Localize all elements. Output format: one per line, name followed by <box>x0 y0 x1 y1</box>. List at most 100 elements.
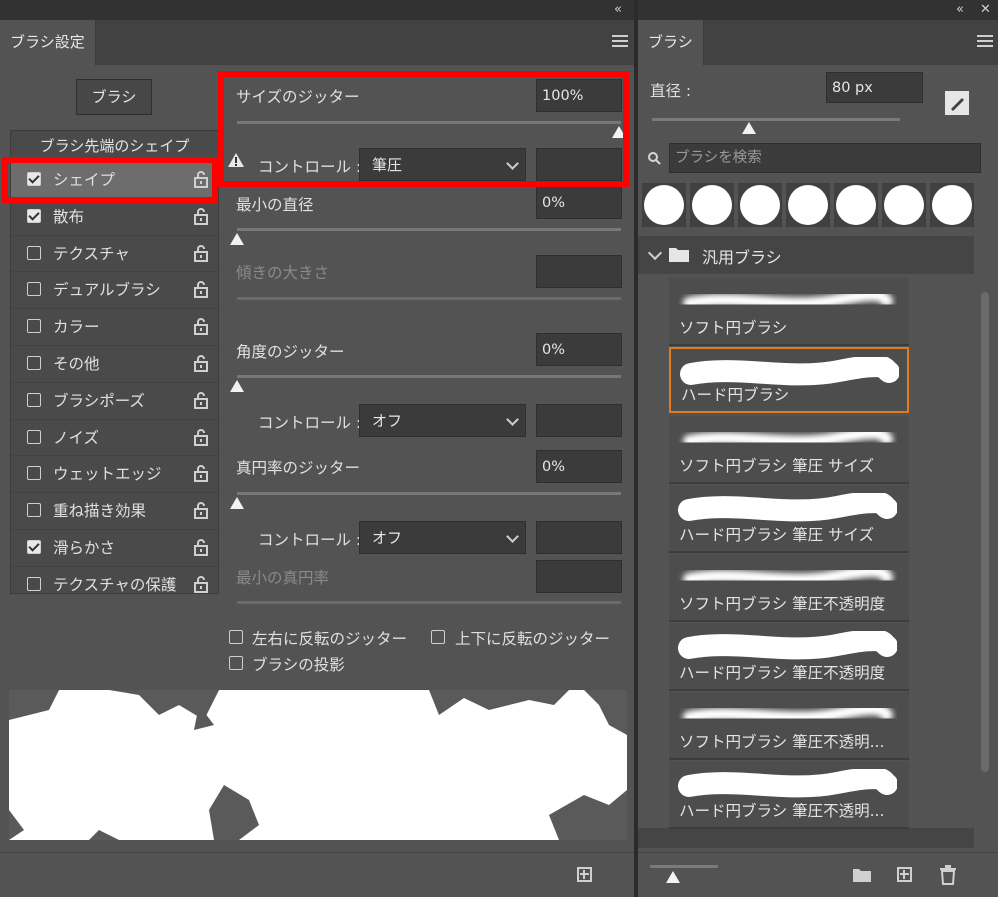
angle-jitter-field[interactable]: 0% <box>536 333 622 366</box>
brush-preset-item[interactable]: ソフト円ブラシ 筆圧不透明... <box>669 692 909 760</box>
option-row[interactable]: ノイズ <box>11 418 218 456</box>
trash-icon[interactable] <box>939 865 957 885</box>
min-diameter-slider-thumb[interactable] <box>230 233 244 245</box>
option-row[interactable]: カラー <box>11 308 218 345</box>
lock-icon[interactable] <box>194 575 208 593</box>
min-diameter-field[interactable]: 0% <box>536 186 622 219</box>
close-icon[interactable]: ✕ <box>980 2 991 17</box>
brush-tip-thumbnail[interactable] <box>690 183 734 227</box>
double-chevron-left-icon[interactable]: « <box>614 2 622 17</box>
option-row[interactable]: テクスチャの保護 <box>11 565 218 603</box>
tilt-scale-slider-track <box>237 297 621 300</box>
brush-preset-item[interactable]: ハード円ブラシ 筆圧 サイズ <box>669 485 909 553</box>
double-chevron-left-icon[interactable]: « <box>956 2 964 17</box>
lock-icon[interactable] <box>194 539 208 556</box>
highlight-box-shape <box>2 157 218 203</box>
lock-icon[interactable] <box>194 391 208 409</box>
option-row[interactable]: ブラシポーズ <box>11 381 218 419</box>
option-label: テクスチャの保護 <box>53 575 177 594</box>
brush-preset-item[interactable]: ハード円ブラシ <box>669 347 909 413</box>
option-row[interactable]: 重ね描き効果 <box>11 492 218 529</box>
brush-search-input[interactable]: ブラシを検索 <box>669 143 981 173</box>
option-row[interactable]: テクスチャ <box>11 234 218 272</box>
option-checkbox[interactable] <box>27 466 41 481</box>
lock-icon[interactable] <box>194 318 208 336</box>
tab-brushes[interactable]: ブラシ <box>638 20 704 65</box>
option-row[interactable]: デュアルブラシ <box>11 271 218 308</box>
option-checkbox[interactable] <box>27 245 41 260</box>
hamburger-menu-icon[interactable] <box>612 35 628 47</box>
preview-canvas <box>9 690 627 840</box>
lock-icon[interactable] <box>194 428 208 446</box>
option-row[interactable]: 滑らかさ <box>11 528 218 566</box>
brush-preset-item[interactable]: ソフト円ブラシ 筆圧不透明度 <box>669 554 909 622</box>
new-brush-icon[interactable] <box>897 867 912 882</box>
roundness-jitter-field[interactable]: 0% <box>536 450 622 483</box>
option-row[interactable]: ウェットエッジ <box>11 455 218 492</box>
brush-tip-thumbnail[interactable] <box>882 183 926 227</box>
option-checkbox[interactable] <box>27 576 41 591</box>
lock-icon[interactable] <box>194 502 208 520</box>
brush-size-slider-track[interactable] <box>652 118 900 121</box>
brush-tip-thumbnail[interactable] <box>738 183 782 227</box>
option-checkbox[interactable] <box>27 355 41 370</box>
option-checkbox[interactable] <box>27 208 41 223</box>
option-checkbox[interactable] <box>27 503 41 518</box>
min-diameter-slider-track[interactable] <box>237 228 621 231</box>
hamburger-menu-icon[interactable] <box>977 35 993 47</box>
brush-preset-item[interactable]: ソフト円ブラシ <box>669 278 909 346</box>
control-select-3[interactable]: オフ <box>359 521 526 554</box>
angle-jitter-label: 角度のジッター <box>236 343 345 361</box>
brush-stroke-thumbnail <box>683 565 893 586</box>
preview-size-slider-thumb[interactable] <box>666 871 680 883</box>
option-checkbox[interactable] <box>27 539 41 554</box>
preview-size-slider-track[interactable] <box>650 865 718 868</box>
flip-y-checkbox[interactable] <box>431 630 445 644</box>
new-group-folder-icon[interactable] <box>852 867 872 883</box>
next-brush-group-header[interactable] <box>638 828 974 848</box>
option-checkbox[interactable] <box>27 319 41 334</box>
option-checkbox[interactable] <box>27 392 41 407</box>
lock-icon[interactable] <box>194 281 208 299</box>
option-checkbox[interactable] <box>27 282 41 297</box>
control-2-extra-field[interactable] <box>536 404 622 437</box>
option-checkbox[interactable] <box>27 429 41 444</box>
angle-jitter-slider-thumb[interactable] <box>230 380 244 392</box>
brush-stroke-thumbnail <box>678 493 897 522</box>
brush-preset-name: ハード円ブラシ 筆圧 サイズ <box>679 526 875 544</box>
lock-icon[interactable] <box>194 207 208 225</box>
brush-preset-item[interactable]: ハード円ブラシ 筆圧不透明... <box>669 761 909 829</box>
brush-stroke-thumbnail <box>683 427 893 448</box>
panel-top-strip: « <box>0 0 634 20</box>
brush-preset-button[interactable]: ブラシ <box>76 79 152 115</box>
control-3-extra-field[interactable] <box>536 521 622 554</box>
brush-tip-thumbnail[interactable] <box>930 183 974 227</box>
roundness-jitter-slider-thumb[interactable] <box>230 497 244 509</box>
option-label: 重ね描き効果 <box>53 502 147 521</box>
flip-x-checkbox[interactable] <box>229 630 243 644</box>
brush-tip-thumbnail[interactable] <box>786 183 830 227</box>
projection-checkbox[interactable] <box>229 656 243 670</box>
brush-size-slider-thumb[interactable] <box>742 122 756 134</box>
option-row[interactable]: 散布 <box>11 197 218 235</box>
tab-brush-settings[interactable]: ブラシ設定 <box>0 20 96 65</box>
control-select-2[interactable]: オフ <box>359 404 526 437</box>
brush-tip-thumbnail[interactable] <box>642 183 686 227</box>
option-label: ウェットエッジ <box>53 465 162 484</box>
lock-icon[interactable] <box>194 244 208 262</box>
brush-settings-panel: « ブラシ設定 ブラシ ブラシ先端のシェイプ シェイプ 散布 テクスチャ デュアルブラ… <box>0 0 634 897</box>
roundness-jitter-slider-track[interactable] <box>237 492 621 495</box>
brush-tip-thumbnail[interactable] <box>834 183 878 227</box>
brush-tool-icon[interactable] <box>944 90 970 116</box>
lock-icon[interactable] <box>194 355 208 372</box>
option-row[interactable]: その他 <box>11 344 218 382</box>
chevron-down-icon[interactable] <box>647 245 663 261</box>
scrollbar-thumb[interactable] <box>981 292 989 772</box>
brush-preset-item[interactable]: ハード円ブラシ 筆圧不透明度 <box>669 623 909 691</box>
brush-preset-item[interactable]: ソフト円ブラシ 筆圧 サイズ <box>669 416 909 484</box>
lock-icon[interactable] <box>194 465 208 483</box>
brush-group-header[interactable]: 汎用ブラシ <box>638 236 974 274</box>
brush-size-field[interactable]: 80 px <box>826 72 923 103</box>
new-preset-icon[interactable] <box>577 867 592 882</box>
angle-jitter-slider-track[interactable] <box>237 375 621 378</box>
